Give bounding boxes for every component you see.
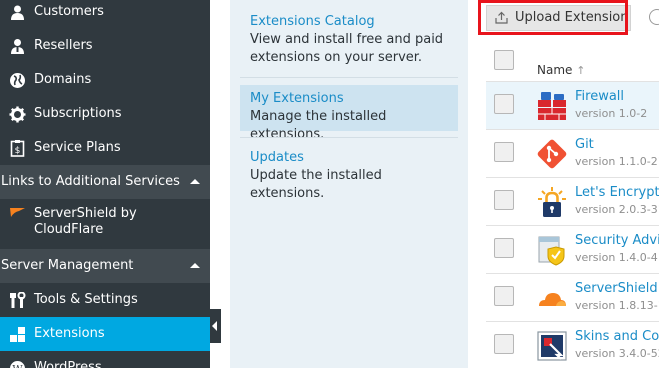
table-row: Security Advisor version 1.4.0-4 xyxy=(486,225,659,273)
sidebar-item-label: Extensions xyxy=(34,326,105,341)
extension-version: version 2.0.3-31 xyxy=(575,203,659,216)
extension-version: version 1.8.13-1 xyxy=(575,299,659,312)
customers-icon xyxy=(11,5,24,20)
select-all-checkbox[interactable] xyxy=(494,50,514,70)
extension-name-link[interactable]: Firewall xyxy=(575,89,624,104)
collapse-caret-icon xyxy=(190,179,200,184)
table-row: ServerShield by version 1.8.13-1 xyxy=(486,273,659,321)
sort-ascending-icon: ↑ xyxy=(576,64,586,77)
row-checkbox[interactable] xyxy=(494,142,514,162)
extensions-menu-panel: Extensions Catalog View and install free… xyxy=(230,0,468,368)
table-row: Skins and Color version 3.4.0-52 xyxy=(486,321,659,368)
tools-icon xyxy=(10,292,26,308)
name-column-header[interactable]: Name ↑ xyxy=(537,63,585,77)
collapse-caret-icon xyxy=(190,263,200,268)
row-checkbox[interactable] xyxy=(494,190,514,210)
sidebar-item-customers[interactable]: Customers xyxy=(0,0,210,29)
menu-divider xyxy=(240,77,458,78)
sidebar-item-resellers[interactable]: Resellers xyxy=(0,29,210,63)
extension-name-link[interactable]: Security Advisor xyxy=(575,233,659,248)
table-row: Git version 1.1.0-21 xyxy=(486,129,659,177)
menu-extensions-catalog[interactable]: Extensions Catalog View and install free… xyxy=(240,13,458,67)
sidebar-item-label: ServerShield by CloudFlare xyxy=(34,206,137,237)
firewall-icon xyxy=(538,92,566,120)
menu-description: View and install free and paid extension… xyxy=(250,32,444,65)
skins-color-schemes-icon xyxy=(537,331,567,361)
sidebar-item-label: Subscriptions xyxy=(34,106,122,121)
sidebar-item-servershield[interactable]: ServerShield by CloudFlare xyxy=(0,199,210,243)
extension-version: version 1.0-2 xyxy=(575,107,648,120)
git-icon xyxy=(537,139,567,169)
row-checkbox[interactable] xyxy=(494,94,514,114)
row-checkbox[interactable] xyxy=(494,238,514,258)
sidebar-item-subscriptions[interactable]: Subscriptions xyxy=(0,97,210,131)
table-row: Let's Encrypt version 2.0.3-31 xyxy=(486,177,659,225)
section-header-label: Links to Additional Services xyxy=(1,174,180,189)
lets-encrypt-lock-icon xyxy=(538,187,566,217)
extensions-icon xyxy=(10,327,25,342)
sidebar-item-wordpress[interactable]: W WordPress xyxy=(0,351,210,368)
extension-name-link[interactable]: Let's Encrypt xyxy=(575,185,659,200)
sidebar-item-label: WordPress xyxy=(34,360,102,368)
wordpress-icon: W xyxy=(10,361,25,368)
gear-icon xyxy=(9,106,26,123)
left-navigation-sidebar: Customers Resellers Domains Subscription… xyxy=(0,0,210,368)
menu-link-updates[interactable]: Updates xyxy=(240,149,458,167)
extensions-list-pane: Upload Extension Name ↑ Firewall version… xyxy=(476,0,659,368)
chevron-down-icon[interactable] xyxy=(649,9,659,25)
svg-text:W: W xyxy=(12,365,23,368)
menu-description: Update the installed extensions. xyxy=(250,168,382,201)
table-row: Firewall version 1.0-2 xyxy=(486,81,659,129)
service-plans-icon: $ xyxy=(10,140,25,157)
arrow-left-icon xyxy=(212,321,217,331)
extension-name-link[interactable]: Git xyxy=(575,137,594,152)
row-checkbox[interactable] xyxy=(494,334,514,354)
section-header-links-to-additional-services[interactable]: Links to Additional Services xyxy=(0,165,210,199)
menu-link-extensions-catalog[interactable]: Extensions Catalog xyxy=(240,13,458,31)
upload-extension-button[interactable]: Upload Extension xyxy=(486,5,631,31)
upload-icon xyxy=(495,11,508,24)
section-header-label: Server Management xyxy=(1,258,134,273)
extension-version: version 1.4.0-4 xyxy=(575,251,658,264)
security-advisor-icon xyxy=(538,236,565,266)
menu-description: Manage the installed extensions. xyxy=(250,109,387,142)
extension-version: version 1.1.0-21 xyxy=(575,155,659,168)
sidebar-item-domains[interactable]: Domains xyxy=(0,63,210,97)
sidebar-item-label: Resellers xyxy=(34,38,93,53)
globe-icon xyxy=(10,73,25,88)
name-column-label: Name xyxy=(537,63,573,77)
resellers-icon xyxy=(11,39,24,54)
sidebar-item-tools-settings[interactable]: Tools & Settings xyxy=(0,283,210,317)
menu-link-my-extensions[interactable]: My Extensions xyxy=(240,90,458,108)
sidebar-collapse-toggle[interactable] xyxy=(210,309,221,343)
menu-updates[interactable]: Updates Update the installed extensions. xyxy=(240,149,458,203)
menu-divider xyxy=(240,137,458,138)
sidebar-item-service-plans[interactable]: $ Service Plans xyxy=(0,131,210,165)
upload-extension-label: Upload Extension xyxy=(515,10,629,25)
sidebar-item-label: Customers xyxy=(34,4,104,19)
extension-name-link[interactable]: Skins and Color xyxy=(575,329,659,344)
servershield-flag-icon xyxy=(10,208,25,217)
sidebar-item-label: Tools & Settings xyxy=(34,292,138,307)
row-checkbox[interactable] xyxy=(494,286,514,306)
cloudflare-cloud-icon xyxy=(539,293,566,306)
section-header-server-management[interactable]: Server Management xyxy=(0,249,210,283)
sidebar-item-label: Domains xyxy=(34,72,92,87)
sidebar-item-label: Service Plans xyxy=(34,140,121,155)
menu-my-extensions[interactable]: My Extensions Manage the installed exten… xyxy=(240,85,458,142)
svg-text:$: $ xyxy=(15,146,21,156)
extension-name-link[interactable]: ServerShield by xyxy=(575,281,659,296)
sidebar-item-extensions[interactable]: Extensions xyxy=(0,317,210,351)
extension-version: version 3.4.0-52 xyxy=(575,347,659,360)
